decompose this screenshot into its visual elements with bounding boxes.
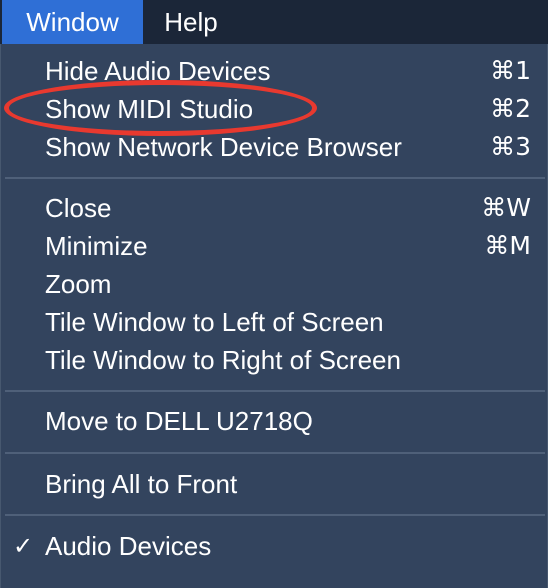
menu-item-show-network-device-browser[interactable]: Show Network Device Browser ⌘3 [1, 128, 547, 166]
menubar-item-help[interactable]: Help [143, 0, 239, 44]
menu-item-minimize[interactable]: Minimize ⌘M [1, 227, 547, 265]
menu-item-label: Tile Window to Right of Screen [45, 345, 401, 375]
window-menu-dropdown: Hide Audio Devices ⌘1 Show MIDI Studio ⌘… [0, 44, 548, 588]
checkmark-icon: ✓ [13, 532, 34, 560]
menu-item-label: Show Network Device Browser [45, 132, 402, 162]
menu-item-label: Audio Devices [45, 531, 212, 561]
menu-item-label: Show MIDI Studio [45, 94, 254, 124]
menu-item-shortcut: ⌘M [484, 231, 531, 260]
menu-item-label: Bring All to Front [45, 469, 238, 499]
menu-separator [5, 514, 545, 516]
menu-item-bring-all-to-front[interactable]: Bring All to Front [1, 465, 547, 503]
menu-item-label: Zoom [45, 269, 112, 299]
menu-item-tile-right[interactable]: Tile Window to Right of Screen [1, 341, 547, 379]
menu-item-label: Tile Window to Left of Screen [45, 307, 384, 337]
menu-item-label: Hide Audio Devices [45, 56, 271, 86]
menu-separator [5, 390, 545, 392]
menubar-item-window[interactable]: Window [2, 0, 143, 44]
menu-item-label: Move to DELL U2718Q [45, 406, 313, 436]
menu-item-label: Minimize [45, 231, 148, 261]
menu-item-audio-devices[interactable]: ✓ Audio Devices [1, 527, 547, 565]
menu-item-tile-left[interactable]: Tile Window to Left of Screen [1, 303, 547, 341]
menu-item-shortcut: ⌘W [481, 193, 531, 222]
menu-item-hide-audio-devices[interactable]: Hide Audio Devices ⌘1 [1, 52, 547, 90]
menu-item-move-to-display[interactable]: Move to DELL U2718Q [1, 402, 547, 440]
menu-item-shortcut: ⌘3 [490, 132, 531, 161]
menu-separator [5, 452, 545, 454]
menu-item-label: Close [45, 193, 112, 223]
menu-bar: Window Help [0, 0, 548, 44]
menu-item-zoom[interactable]: Zoom [1, 265, 547, 303]
menu-item-shortcut: ⌘2 [490, 94, 531, 123]
menu-item-show-midi-studio[interactable]: Show MIDI Studio ⌘2 [1, 90, 547, 128]
menu-item-shortcut: ⌘1 [490, 56, 531, 85]
menu-separator [5, 177, 545, 179]
menu-item-close[interactable]: Close ⌘W [1, 189, 547, 227]
